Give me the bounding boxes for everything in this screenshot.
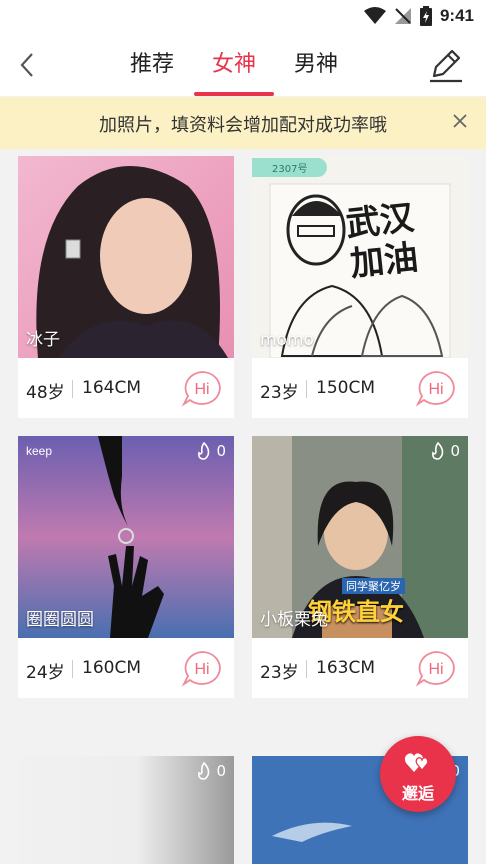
divider [72,380,73,398]
divider [306,380,307,398]
user-height: 150CM [316,378,375,398]
user-info: 24岁 160CM Hi [18,638,234,698]
battery-icon [419,6,432,26]
say-hi-button[interactable]: Hi [180,648,224,688]
wifi-icon [363,7,386,24]
tab-goddess[interactable]: 女神 [194,48,275,96]
poster-text: 武汉加油 [344,197,421,285]
like-count: 0 [216,442,226,460]
user-name: 圈圈圆圆 [26,610,94,630]
user-card[interactable]: 同学聚亿岁 钢铁直女 0 小板栗兔 23岁 163CM Hi [252,436,468,698]
say-hi-button[interactable]: Hi [414,648,458,688]
encounter-button[interactable]: 邂逅 [380,736,456,812]
user-photo[interactable]: 2307号 武汉加油 momo [252,156,468,358]
user-info: 48岁 164CM Hi [18,358,234,418]
user-photo[interactable]: keep 0 圈圈圆圆 [18,436,234,638]
tab-god[interactable]: 男神 [294,48,338,94]
status-time: 9:41 [439,6,474,25]
fire-icon [198,442,210,460]
top-nav: 推荐 女神 男神 [0,36,486,96]
popularity: 0 [430,442,460,460]
user-photo[interactable]: 0 [18,756,234,864]
user-name: momo [260,330,314,350]
user-info: 23岁 150CM Hi [252,358,468,418]
popularity: 0 [196,442,226,460]
user-card[interactable]: 2307号 武汉加油 momo 23岁 150CM Hi [252,156,468,418]
user-photo[interactable]: 冰子 [18,156,234,358]
divider [306,660,307,678]
user-height: 163CM [316,658,375,678]
user-card[interactable]: 冰子 48岁 164CM Hi [18,156,234,418]
hi-label: Hi [194,381,209,398]
user-name: 冰子 [26,330,60,350]
user-card[interactable]: keep 0 圈圈圆圆 24岁 160CM Hi [18,436,234,698]
user-info: 23岁 163CM Hi [252,638,468,698]
fire-icon [198,762,210,780]
user-height: 160CM [82,658,141,678]
fire-icon [432,442,444,460]
hi-label: Hi [428,661,443,678]
hearts-icon [404,753,429,772]
user-age: 23岁 [260,383,299,403]
no-signal-icon [394,8,411,24]
divider [72,660,73,678]
banner-text: 加照片，填资料会增加配对成功率哦 [99,115,387,136]
tab-bar: 推荐 女神 男神 [130,48,338,96]
user-tag: 2307号 [252,158,328,177]
profile-tip-banner[interactable]: 加照片，填资料会增加配对成功率哦 [0,97,486,149]
user-card[interactable]: 0 [18,756,234,864]
hi-label: Hi [428,381,443,398]
user-age: 24岁 [26,663,65,683]
user-age: 23岁 [260,663,299,683]
tab-recommend[interactable]: 推荐 [130,48,174,94]
say-hi-button[interactable]: Hi [414,368,458,408]
edit-icon[interactable] [426,48,466,84]
like-count: 0 [450,442,460,460]
user-age: 48岁 [26,383,65,403]
say-hi-button[interactable]: Hi [180,368,224,408]
close-icon[interactable] [448,109,472,133]
user-name: 小板栗兔 [260,610,328,630]
status-icons: 9:41 [363,6,474,26]
user-photo[interactable]: 同学聚亿岁 钢铁直女 0 小板栗兔 [252,436,468,638]
encounter-label: 邂逅 [401,784,434,803]
user-height: 164CM [82,378,141,398]
brand-label: keep [26,444,53,458]
back-icon[interactable] [14,50,42,80]
status-bar: 9:41 [0,0,486,36]
like-count: 0 [216,762,226,780]
hi-label: Hi [194,661,209,678]
popularity: 0 [196,762,226,780]
